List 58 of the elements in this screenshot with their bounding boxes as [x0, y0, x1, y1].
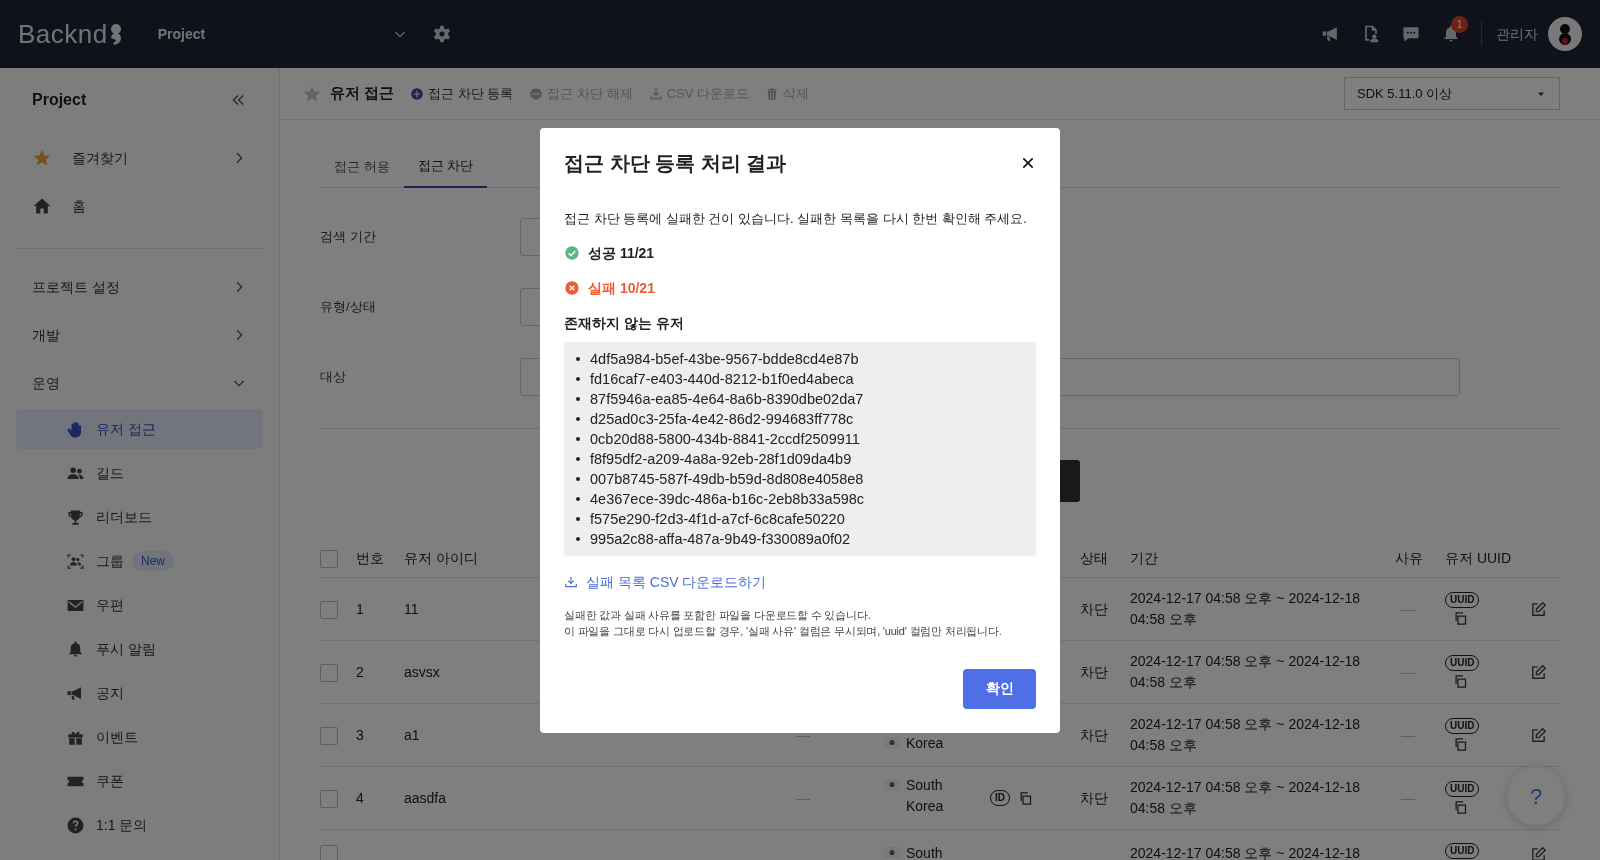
result-text: 실패 10/21 [588, 278, 655, 298]
column-header: 기간 [1130, 549, 1158, 566]
dialog-title: 접근 차단 등록 처리 결과 [564, 151, 787, 176]
table-cell: 차단 [1080, 789, 1108, 806]
note-text: 이 파일을 그대로 다시 업로드할 경우, '실패 사유' 컬럼은 무시되며, 'uuid' 컬럼만 처리됩니다. [564, 623, 1003, 639]
table-cell: 2024-12-17 04:58 오후 ~ 2024-12-18 04:58 오후 [1130, 779, 1360, 816]
page-title: 유저 접근 [330, 83, 395, 104]
table-cell: 차단 [1080, 663, 1108, 680]
table-cell: 2024-12-17 04:58 오후 ~ 2024-12-18 [1130, 845, 1360, 860]
table-cell: — [1401, 600, 1415, 617]
column-header: 유저 UUID [1445, 549, 1512, 566]
column-header: 사유 [1395, 549, 1423, 566]
table-cell: 차단 [1080, 600, 1108, 617]
table-cell: — [796, 789, 810, 806]
note-text: 실패한 값과 실패 사유를 포함한 파일을 다운로드할 수 있습니다. [564, 607, 872, 623]
list-item: f575e290-f2d3-4f1d-a7cf-6c8cafe50220 [590, 509, 845, 529]
table-cell: 2024-12-17 04:58 오후 ~ 2024-12-18 04:58 오후 [1130, 653, 1360, 690]
country-name: South [906, 844, 944, 860]
new-badge: New [132, 551, 174, 571]
table-cell: — [1401, 663, 1415, 680]
country-name: South Korea [906, 776, 945, 816]
table-cell: a1 [404, 726, 420, 743]
table-cell: 11 [404, 600, 419, 617]
list-item: 007b8745-587f-49db-b59d-8d808e4058e8 [590, 469, 864, 489]
list-item: 995a2c88-affa-487a-9b49-f330089a0f02 [590, 529, 851, 549]
table-cell: asvsx [404, 663, 440, 680]
list-item: 4e367ece-39dc-486a-b16c-2eb8b33a598c [590, 489, 865, 509]
column-header: 유저 아이디 [404, 549, 478, 566]
country-name: Korea [906, 734, 945, 753]
notification-count: 1 [1451, 16, 1468, 33]
list-item: fd16caf7-e403-440d-8212-b1f0ed4abeca [590, 369, 854, 389]
column-header: 상태 [1080, 549, 1108, 566]
table-cell: 1 [356, 600, 364, 617]
user-name: 관리자 [1496, 24, 1538, 44]
table-cell: 3 [356, 726, 364, 743]
column-header: 번호 [356, 549, 384, 566]
filter-label: 유형/상태 [320, 298, 377, 317]
sidebar-title: Project [32, 90, 87, 110]
message: 접근 차단 등록에 실패한 건이 있습니다. 실패한 목록을 다시 한번 확인해 주세요. [564, 210, 1028, 228]
table-cell: 2024-12-17 04:58 오후 ~ 2024-12-18 04:58 오후 [1130, 716, 1360, 753]
table-cell: — [1401, 789, 1415, 806]
table-cell: 차단 [1080, 726, 1108, 743]
list-item: 87f5946a-ea85-4e64-8a6b-8390dbe02da7 [590, 389, 864, 409]
table-cell: 2 [356, 663, 364, 680]
list-item: d25ad0c3-25fa-4e42-86d2-994683ff778c [590, 409, 854, 429]
table-cell: — [1401, 726, 1415, 743]
table-cell: — [796, 726, 810, 743]
table-cell: aasdfa [404, 789, 447, 806]
logo-text: Backnd [18, 17, 108, 51]
list-item: 0cb20d88-5800-434b-8841-2ccdf2509911 [590, 429, 860, 449]
filter-label: 대상 [320, 368, 347, 387]
list-item: f8f95df2-a209-4a8a-92eb-28f1d09da4b9 [590, 449, 852, 469]
section-title: 존재하지 않는 유저 [564, 313, 685, 333]
filter-label: 검색 기간 [320, 228, 377, 247]
list-item: 4df5a984-b5ef-43be-9567-bdde8cd4e87b [590, 349, 859, 369]
table-cell: 2024-12-17 04:58 오후 ~ 2024-12-18 04:58 오후 [1130, 590, 1360, 627]
result-text: 성공 11/21 [588, 243, 655, 263]
table-cell: 4 [356, 789, 364, 806]
